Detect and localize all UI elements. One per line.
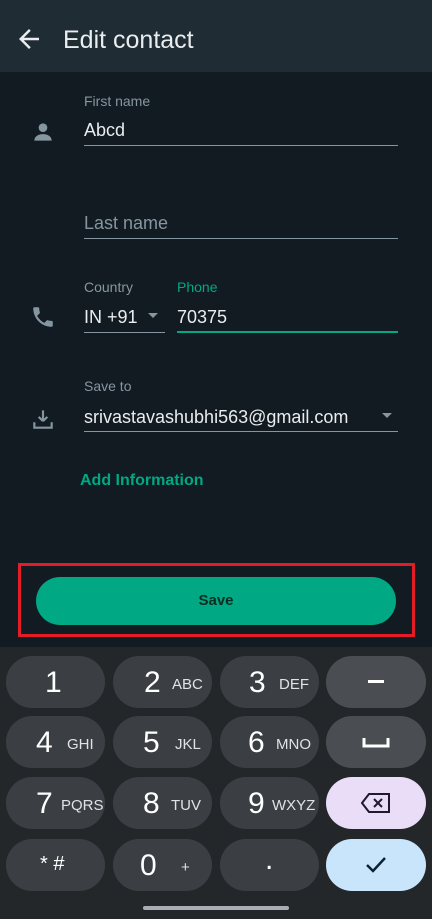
key-8[interactable]: 8 TUV xyxy=(113,777,212,829)
contact-form: First name Abcd Last name Country IN +91… xyxy=(0,72,432,560)
save-button-label: Save xyxy=(198,592,234,609)
backspace-icon xyxy=(361,793,390,813)
country-underline xyxy=(84,332,165,333)
key-space[interactable] xyxy=(326,716,426,768)
save-to-label: Save to xyxy=(84,378,132,394)
key-dash[interactable] xyxy=(326,656,426,708)
key-2[interactable]: 2 ABC xyxy=(113,656,212,708)
key-digit: 8 xyxy=(143,787,160,820)
key-letters: JKL xyxy=(175,736,201,753)
key-star-hash[interactable]: * # xyxy=(6,839,105,891)
key-1[interactable]: 1 xyxy=(6,656,105,708)
save-to-underline xyxy=(84,431,398,432)
key-letters: WXYZ xyxy=(272,797,316,814)
phone-icon xyxy=(33,307,53,327)
first-name-input[interactable]: Abcd xyxy=(84,120,125,141)
key-backspace[interactable] xyxy=(326,777,426,829)
phone-label: Phone xyxy=(177,279,218,295)
key-digit: 2 xyxy=(144,666,161,699)
key-digit: 9 xyxy=(248,787,265,820)
key-digit: . xyxy=(265,843,274,876)
chevron-down-icon[interactable] xyxy=(381,412,393,420)
phone-underline xyxy=(177,331,398,333)
phone-input[interactable]: 70375 xyxy=(177,307,227,328)
checkmark-icon xyxy=(366,857,386,873)
dialpad-keyboard: 1 2 ABC 3 DEF 4 GHI 5 JKL 6 MNO 7 PQRS 8… xyxy=(0,647,432,919)
gesture-nav-bar[interactable] xyxy=(143,906,289,910)
page-title: Edit contact xyxy=(63,26,194,54)
key-digit: 5 xyxy=(143,726,160,759)
key-9[interactable]: 9 WXYZ xyxy=(220,777,319,829)
key-letters: TUV xyxy=(171,797,201,814)
country-label: Country xyxy=(84,279,134,295)
key-digit: 3 xyxy=(249,666,266,699)
download-icon xyxy=(33,410,53,429)
key-3[interactable]: 3 DEF xyxy=(220,656,319,708)
chevron-down-icon[interactable] xyxy=(147,312,159,320)
space-icon xyxy=(362,738,390,748)
key-letters: DEF xyxy=(279,676,309,693)
key-digit: 0 xyxy=(140,849,157,882)
key-letters: GHI xyxy=(67,736,94,753)
key-0[interactable]: 0 + xyxy=(113,839,212,891)
save-button[interactable]: Save xyxy=(36,577,396,625)
key-4[interactable]: 4 GHI xyxy=(6,716,105,768)
key-digit: 4 xyxy=(36,726,53,759)
first-name-label: First name xyxy=(84,93,151,109)
key-digit: 1 xyxy=(45,666,62,699)
first-name-underline xyxy=(84,145,398,146)
key-done[interactable] xyxy=(326,839,426,891)
key-7[interactable]: 7 PQRS xyxy=(6,777,105,829)
key-letters: MNO xyxy=(276,736,311,753)
last-name-underline xyxy=(84,238,398,239)
dash-icon xyxy=(368,680,384,683)
key-letters: + xyxy=(181,859,190,876)
back-arrow-icon[interactable] xyxy=(14,24,44,54)
key-digit: 6 xyxy=(248,726,265,759)
key-6[interactable]: 6 MNO xyxy=(220,716,319,768)
key-dot[interactable]: . xyxy=(220,839,319,891)
add-information-link[interactable]: Add Information xyxy=(80,472,204,490)
country-select[interactable]: IN +91 xyxy=(84,307,138,328)
key-letters: ABC xyxy=(172,676,203,693)
last-name-input[interactable]: Last name xyxy=(84,213,168,234)
key-5[interactable]: 5 JKL xyxy=(113,716,212,768)
save-to-select[interactable]: srivastavashubhi563@gmail.com xyxy=(84,407,348,428)
person-icon xyxy=(34,123,52,141)
key-digit: * # xyxy=(40,853,65,875)
key-digit: 7 xyxy=(36,787,53,820)
app-bar: Edit contact xyxy=(0,0,432,72)
key-letters: PQRS xyxy=(61,797,104,814)
